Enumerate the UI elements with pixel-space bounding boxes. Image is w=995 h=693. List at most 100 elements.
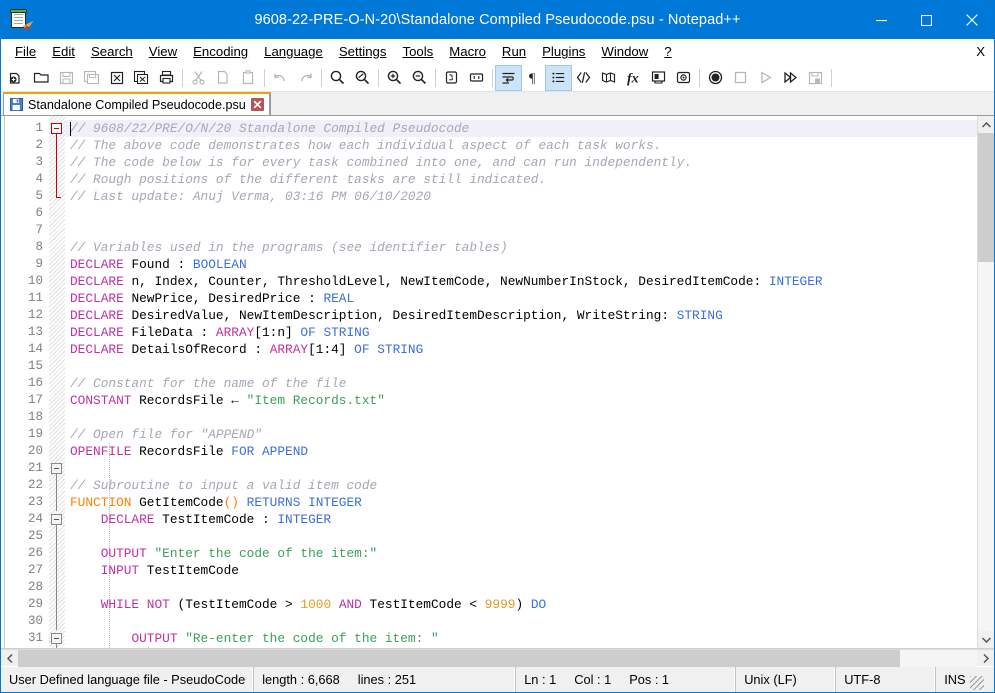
code-text-area[interactable]: // 9608/22/PRE/O/N/20 Standalone Compile… xyxy=(65,116,977,648)
fold-collapse-icon[interactable] xyxy=(51,514,62,525)
code-line[interactable]: INPUT TestItemCode xyxy=(65,647,977,648)
close-file-icon[interactable] xyxy=(104,66,129,90)
code-line[interactable]: DECLARE DetailsOfRecord : ARRAY[1:4] OF … xyxy=(65,341,977,358)
zoom-in-icon[interactable] xyxy=(382,66,407,90)
fold-marker-cell[interactable] xyxy=(49,545,65,562)
fold-marker-cell[interactable] xyxy=(49,222,65,239)
code-line[interactable]: // Variables used in the programs (see i… xyxy=(65,239,977,256)
find-icon[interactable] xyxy=(325,66,350,90)
code-line[interactable]: DECLARE NewPrice, DesiredPrice : REAL xyxy=(65,290,977,307)
document-map-icon[interactable] xyxy=(596,66,621,90)
play-macro-icon[interactable] xyxy=(753,66,778,90)
code-line[interactable]: // Last update: Anuj Verma, 03:16 PM 06/… xyxy=(65,188,977,205)
function-list-icon[interactable]: fx xyxy=(621,66,646,90)
fold-marker-cell[interactable] xyxy=(49,171,65,188)
fold-marker-cell[interactable] xyxy=(49,528,65,545)
fold-marker-cell[interactable] xyxy=(49,375,65,392)
code-line[interactable] xyxy=(65,579,977,596)
fold-marker-cell[interactable] xyxy=(49,324,65,341)
scroll-right-arrow[interactable] xyxy=(977,650,994,667)
menu-item-tools[interactable]: Tools xyxy=(394,41,441,62)
code-line[interactable] xyxy=(65,409,977,426)
fold-marker-cell[interactable] xyxy=(49,494,65,511)
vertical-scroll-track[interactable] xyxy=(978,133,994,631)
code-line[interactable] xyxy=(65,222,977,239)
code-line[interactable]: // The code below is for every task comb… xyxy=(65,154,977,171)
code-line[interactable]: DECLARE FileData : ARRAY[1:n] OF STRING xyxy=(65,324,977,341)
save-all-icon[interactable] xyxy=(79,66,104,90)
fold-collapse-icon[interactable] xyxy=(51,463,62,474)
fold-marker-cell[interactable] xyxy=(49,205,65,222)
code-line[interactable]: DECLARE n, Index, Counter, ThresholdLeve… xyxy=(65,273,977,290)
fold-marker-cell[interactable] xyxy=(49,426,65,443)
cut-icon[interactable] xyxy=(186,66,211,90)
code-line[interactable]: OUTPUT "Enter the code of the item:" xyxy=(65,545,977,562)
menu-item-view[interactable]: View xyxy=(141,41,185,62)
run-macro-multiple-icon[interactable] xyxy=(778,66,803,90)
horizontal-scroll-thumb[interactable] xyxy=(18,649,901,667)
scroll-down-arrow[interactable] xyxy=(978,631,994,648)
code-line[interactable] xyxy=(65,613,977,630)
code-line[interactable]: // The above code demonstrates how each … xyxy=(65,137,977,154)
scroll-left-arrow[interactable] xyxy=(1,650,18,667)
menu-item-plugins[interactable]: Plugins xyxy=(534,41,593,62)
code-line[interactable]: // Constant for the name of the file xyxy=(65,375,977,392)
fold-collapse-icon[interactable] xyxy=(51,123,62,134)
code-line[interactable]: WHILE NOT (TestItemCode > 1000 AND TestI… xyxy=(65,596,977,613)
menu-item-run[interactable]: Run xyxy=(494,41,534,62)
fold-marker-cell[interactable] xyxy=(49,307,65,324)
fold-marker-cell[interactable] xyxy=(49,392,65,409)
copy-icon[interactable] xyxy=(211,66,236,90)
code-line[interactable]: DECLARE TestItemCode : INTEGER xyxy=(65,511,977,528)
fold-marker-cell[interactable] xyxy=(49,630,65,647)
sync-vertical-scroll-icon[interactable] xyxy=(439,66,464,90)
menu-item-file[interactable]: File xyxy=(7,41,44,62)
fold-marker-cell[interactable] xyxy=(49,443,65,460)
horizontal-scrollbar[interactable] xyxy=(1,649,994,667)
fold-marker-cell[interactable] xyxy=(49,120,65,137)
fold-marker-cell[interactable] xyxy=(49,409,65,426)
code-line[interactable]: // 9608/22/PRE/O/N/20 Standalone Compile… xyxy=(65,120,977,137)
menu-item-encoding[interactable]: Encoding xyxy=(185,41,256,62)
fold-marker-cell[interactable] xyxy=(49,137,65,154)
folder-workspace-icon[interactable] xyxy=(646,66,671,90)
code-line[interactable]: CONSTANT RecordsFile ← "Item Records.txt… xyxy=(65,392,977,409)
code-line[interactable]: DECLARE Found : BOOLEAN xyxy=(65,256,977,273)
redo-icon[interactable] xyxy=(293,66,318,90)
menu-item-window[interactable]: Window xyxy=(593,41,656,62)
fold-marker-cell[interactable] xyxy=(49,358,65,375)
minimize-button[interactable] xyxy=(859,1,904,39)
fold-marker-cell[interactable] xyxy=(49,290,65,307)
stop-macro-icon[interactable] xyxy=(728,66,753,90)
code-line[interactable]: DECLARE DesiredValue, NewItemDescription… xyxy=(65,307,977,324)
vertical-scrollbar[interactable] xyxy=(977,116,994,648)
code-folding-margin[interactable] xyxy=(49,116,65,648)
fold-marker-cell[interactable] xyxy=(49,256,65,273)
undo-icon[interactable] xyxy=(268,66,293,90)
resize-grip-icon[interactable] xyxy=(970,676,984,690)
show-all-characters-icon[interactable]: ¶ xyxy=(521,66,546,90)
fold-marker-cell[interactable] xyxy=(49,188,65,205)
horizontal-scroll-track[interactable] xyxy=(18,649,977,667)
paste-icon[interactable] xyxy=(236,66,261,90)
fold-collapse-icon[interactable] xyxy=(51,633,62,644)
save-macro-icon[interactable] xyxy=(803,66,828,90)
menu-item-settings[interactable]: Settings xyxy=(331,41,395,62)
code-line[interactable] xyxy=(65,205,977,222)
fold-marker-cell[interactable] xyxy=(49,562,65,579)
code-line[interactable] xyxy=(65,358,977,375)
word-wrap-icon[interactable] xyxy=(495,64,522,91)
save-icon[interactable] xyxy=(54,66,79,90)
code-line[interactable]: FUNCTION GetItemCode() RETURNS INTEGER xyxy=(65,494,977,511)
tab-standalone-compiled-pseudocode[interactable]: Standalone Compiled Pseudocode.psu xyxy=(3,92,270,115)
code-line[interactable]: // Open file for "APPEND" xyxy=(65,426,977,443)
fold-marker-cell[interactable] xyxy=(49,613,65,630)
fold-marker-cell[interactable] xyxy=(49,239,65,256)
fold-marker-cell[interactable] xyxy=(49,341,65,358)
tab-close-icon[interactable] xyxy=(250,98,264,111)
zoom-out-icon[interactable] xyxy=(407,66,432,90)
open-file-icon[interactable] xyxy=(29,66,54,90)
code-line[interactable]: INPUT TestItemCode xyxy=(65,562,977,579)
record-macro-icon[interactable] xyxy=(703,66,728,90)
new-file-icon[interactable] xyxy=(4,66,29,90)
